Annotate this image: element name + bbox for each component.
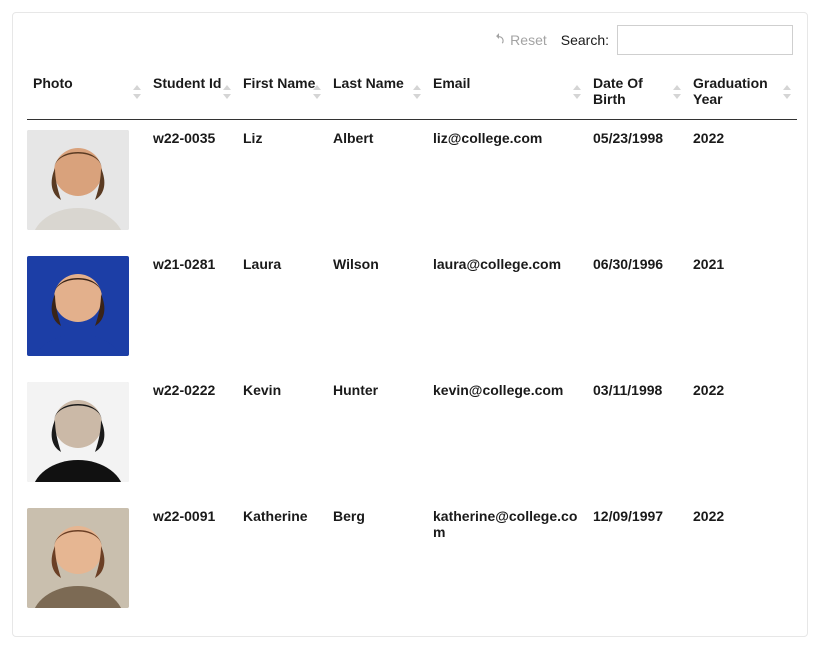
cell-student-id: w21-0281 (147, 240, 237, 366)
avatar (27, 256, 129, 356)
cell-last-name: Albert (327, 120, 427, 241)
cell-email: kevin@college.com (427, 366, 587, 492)
col-last-name-label: Last Name (333, 75, 404, 91)
sort-icon[interactable] (673, 85, 681, 99)
avatar (27, 382, 129, 482)
col-photo[interactable]: Photo (27, 65, 147, 120)
col-first-name-label: First Name (243, 75, 315, 91)
cell-student-id: w22-0091 (147, 492, 237, 618)
cell-dob: 03/11/1998 (587, 366, 687, 492)
cell-email: liz@college.com (427, 120, 587, 241)
sort-icon[interactable] (783, 85, 791, 99)
table-row[interactable]: w22-0035 Liz Albert liz@college.com 05/2… (27, 120, 797, 241)
cell-last-name: Berg (327, 492, 427, 618)
cell-photo (27, 492, 147, 618)
col-email-label: Email (433, 75, 470, 91)
sort-icon[interactable] (313, 85, 321, 99)
col-dob[interactable]: Date Of Birth (587, 65, 687, 120)
students-table: Photo Student Id First Name Last Name Em… (27, 65, 797, 618)
col-photo-label: Photo (33, 75, 73, 91)
col-grad-year-label: Graduation Year (693, 75, 768, 107)
cell-last-name: Wilson (327, 240, 427, 366)
table-row[interactable]: w21-0281 Laura Wilson laura@college.com … (27, 240, 797, 366)
cell-dob: 12/09/1997 (587, 492, 687, 618)
sort-icon[interactable] (133, 85, 141, 99)
table-row[interactable]: w22-0091 Katherine Berg katherine@colleg… (27, 492, 797, 618)
cell-first-name: Katherine (237, 492, 327, 618)
col-first-name[interactable]: First Name (237, 65, 327, 120)
col-student-id-label: Student Id (153, 75, 221, 91)
col-grad-year[interactable]: Graduation Year (687, 65, 797, 120)
avatar (27, 130, 129, 230)
cell-grad-year: 2021 (687, 240, 797, 366)
cell-last-name: Hunter (327, 366, 427, 492)
cell-photo (27, 240, 147, 366)
sort-icon[interactable] (223, 85, 231, 99)
cell-dob: 06/30/1996 (587, 240, 687, 366)
avatar (27, 508, 129, 608)
cell-email: katherine@college.com (427, 492, 587, 618)
table-header-row: Photo Student Id First Name Last Name Em… (27, 65, 797, 120)
undo-icon (492, 32, 506, 49)
table-toolbar: Reset Search: (27, 25, 793, 55)
students-table-card: Reset Search: Photo Student Id First Na (12, 12, 808, 637)
col-dob-label: Date Of Birth (593, 75, 643, 107)
reset-label: Reset (510, 32, 547, 48)
cell-grad-year: 2022 (687, 366, 797, 492)
cell-email: laura@college.com (427, 240, 587, 366)
search-label: Search: (561, 32, 609, 48)
sort-icon[interactable] (413, 85, 421, 99)
search-input[interactable] (617, 25, 793, 55)
cell-photo (27, 366, 147, 492)
cell-grad-year: 2022 (687, 492, 797, 618)
sort-icon[interactable] (573, 85, 581, 99)
col-last-name[interactable]: Last Name (327, 65, 427, 120)
cell-first-name: Liz (237, 120, 327, 241)
col-email[interactable]: Email (427, 65, 587, 120)
cell-student-id: w22-0035 (147, 120, 237, 241)
table-row[interactable]: w22-0222 Kevin Hunter kevin@college.com … (27, 366, 797, 492)
cell-first-name: Kevin (237, 366, 327, 492)
cell-student-id: w22-0222 (147, 366, 237, 492)
search-wrap: Search: (561, 25, 793, 55)
col-student-id[interactable]: Student Id (147, 65, 237, 120)
cell-dob: 05/23/1998 (587, 120, 687, 241)
reset-button[interactable]: Reset (492, 32, 547, 49)
cell-grad-year: 2022 (687, 120, 797, 241)
cell-first-name: Laura (237, 240, 327, 366)
cell-photo (27, 120, 147, 241)
